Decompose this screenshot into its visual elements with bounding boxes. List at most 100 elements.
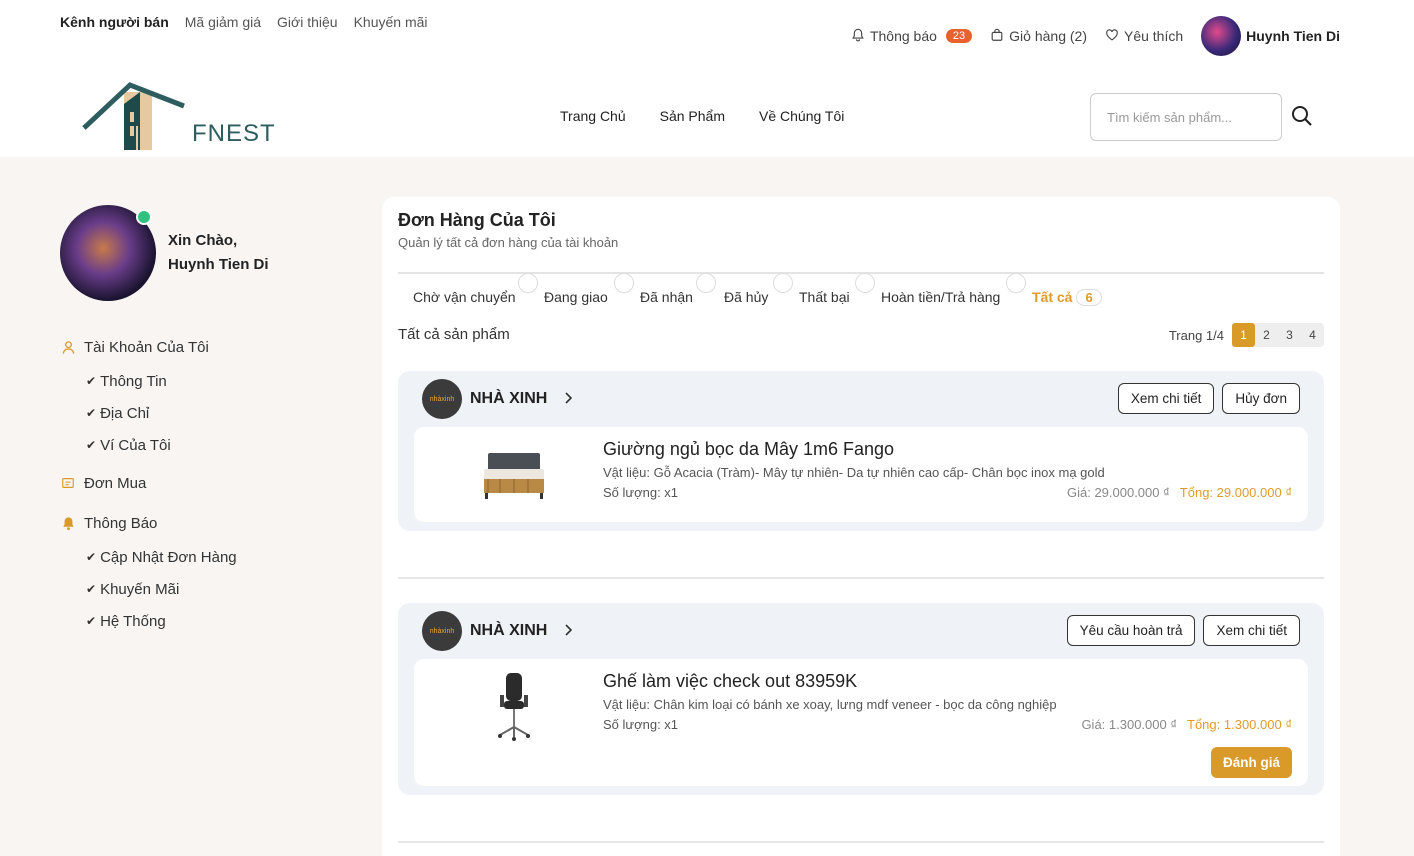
online-status-indicator [136,209,152,225]
tab-failed[interactable]: Thất bại [799,289,850,305]
nav-home[interactable]: Trang Chủ [560,108,626,124]
cart-button[interactable]: Giỏ hàng (2) [990,28,1087,45]
tab-all[interactable]: Tất cả 6 [1032,289,1102,306]
receipt-icon [60,475,76,491]
check-icon: ✔ [86,406,97,420]
tab-awaiting-shipment[interactable]: Chờ vận chuyển [413,289,516,305]
page-4-button[interactable]: 4 [1301,323,1324,347]
bell-icon [60,515,76,531]
check-icon: ✔ [86,582,97,596]
tab-refund-return[interactable]: Hoàn tiền/Trả hàng [881,289,1000,305]
tab-shipping[interactable]: Đang giao [544,289,608,305]
top-links: Kênh người bán Mã giảm giá Giới thiệu Kh… [60,14,428,30]
order-item: Ghế làm việc check out 83959K Vật liệu: … [414,659,1308,786]
shop-link[interactable]: nhàxinh NHÀ XINH [422,611,573,651]
notifications-label: Thông báo [869,28,937,44]
price-summary: Giá: 1.300.000 ₫ Tổng: 1.300.000 ₫ [1081,717,1292,732]
tab-cancelled[interactable]: Đã hủy [724,289,768,305]
step-dot [773,273,793,293]
sidebar-item-info[interactable]: ✔ Thông Tin [60,365,360,397]
bell-icon [851,28,865,45]
page-2-button[interactable]: 2 [1255,323,1278,347]
shop-logo: nhàxinh [422,611,462,651]
order-status-tabs: Chờ vận chuyển Đang giao Đã nhận Đã hủy … [398,273,1324,313]
avatar [1201,16,1242,56]
check-icon: ✔ [86,550,97,564]
order-item: Giường ngủ bọc da Mây 1m6 Fango Vật liệu… [414,427,1308,522]
sidebar-item-label: Tài Khoản Của Tôi [84,338,209,356]
notifications-button[interactable]: Thông báo 23 [851,28,973,45]
shop-link[interactable]: nhàxinh NHÀ XINH [422,379,573,419]
sidebar-item-label: Địa Chỉ [100,404,150,422]
search-button[interactable] [1290,104,1316,130]
tab-all-label: Tất cả [1032,289,1073,305]
avatar [60,205,156,301]
shopping-bag-icon [990,28,1004,45]
total-price: Tổng: 1.300.000 ₫ [1187,717,1292,732]
sidebar-item-my-account[interactable]: Tài Khoản Của Tôi [60,329,360,365]
request-return-button[interactable]: Yêu cầu hoàn trả [1066,615,1196,646]
cancel-order-button[interactable]: Hủy đơn [1222,383,1300,414]
main-nav: FNEST Trang Chủ Sản Phẩm Về Chúng Tôi [0,76,1414,157]
user-menu[interactable]: Huynh Tien Di [1201,16,1340,56]
notifications-count-badge: 23 [945,29,973,43]
fnest-logo[interactable]: FNEST [82,82,282,152]
user-icon [60,339,76,355]
promotions-link[interactable]: Khuyến mãi [354,14,428,30]
about-link[interactable]: Giới thiệu [277,14,338,30]
vouchers-link[interactable]: Mã giảm giá [185,14,261,30]
product-name[interactable]: Giường ngủ bọc da Mây 1m6 Fango [603,439,894,460]
sidebar-item-promotions[interactable]: ✔ Khuyến Mãi [60,573,360,605]
brand-name: FNEST [192,120,276,147]
wishlist-label: Yêu thích [1123,28,1184,44]
divider [398,841,1324,843]
step-dot [855,273,875,293]
wishlist-button[interactable]: Yêu thích [1105,28,1183,45]
house-logo-icon [82,82,185,150]
nav-products[interactable]: Sản Phẩm [660,108,725,124]
sidebar-item-label: Hệ Thống [100,612,166,630]
sidebar-item-address[interactable]: ✔ Địa Chỉ [60,397,360,429]
search-box [1090,93,1282,141]
seller-channel-link[interactable]: Kênh người bán [60,14,169,30]
greeting: Xin Chào, [168,232,238,249]
price-summary: Giá: 29.000.000 ₫ Tổng: 29.000.000 ₫ [1067,485,1292,500]
sidebar-item-system[interactable]: ✔ Hệ Thống [60,605,360,637]
order-actions: Xem chi tiết Hủy đơn [1117,383,1300,414]
cart-label: Giỏ hàng (2) [1009,28,1087,44]
sidebar-item-label: Thông Báo [84,514,158,532]
username: Huynh Tien Di [1246,28,1340,44]
unit-price: Giá: 29.000.000 ₫ [1066,485,1170,500]
sidebar-item-label: Cập Nhật Đơn Hàng [100,548,237,566]
total-price: Tổng: 29.000.000 ₫ [1179,485,1292,500]
sidebar-item-order-updates[interactable]: ✔ Cập Nhật Đơn Hàng [60,541,360,573]
product-material: Vật liệu: Chân kim loại có bánh xe xoay,… [603,697,1057,712]
tab-received[interactable]: Đã nhận [640,289,693,305]
chevron-right-icon [563,623,573,639]
divider [398,577,1324,579]
page-1-button[interactable]: 1 [1232,323,1255,347]
check-icon: ✔ [86,438,97,452]
product-image[interactable] [474,669,554,750]
view-details-button[interactable]: Xem chi tiết [1117,383,1215,414]
page-3-button[interactable]: 3 [1278,323,1301,347]
shop-logo-text: nhàxinh [429,627,455,635]
product-image[interactable] [474,445,554,510]
step-dot [696,273,716,293]
sidebar-item-notifications[interactable]: Thông Báo [60,505,360,541]
product-name[interactable]: Ghế làm việc check out 83959K [603,671,857,692]
page-subtitle: Quản lý tất cả đơn hàng của tài khoản [398,235,619,250]
sidebar-item-wallet[interactable]: ✔ Ví Của Tôi [60,429,360,461]
rate-button[interactable]: Đánh giá [1210,747,1292,778]
bed-icon [484,453,544,499]
view-details-button[interactable]: Xem chi tiết [1203,615,1300,646]
nav-about[interactable]: Về Chúng Tôi [759,108,844,124]
shop-logo-text: nhàxinh [429,395,455,403]
step-dot [518,273,538,293]
sidebar-item-label: Ví Của Tôi [100,436,171,454]
sidebar-item-orders[interactable]: Đơn Mua [60,465,360,501]
order-card: nhàxinh NHÀ XINH Xem chi tiết Hủy đơn Gi… [398,371,1324,531]
search-input[interactable] [1107,109,1265,125]
page-indicator: Trang 1/4 [1168,327,1224,343]
unit-price: Giá: 1.300.000 ₫ [1081,717,1178,732]
